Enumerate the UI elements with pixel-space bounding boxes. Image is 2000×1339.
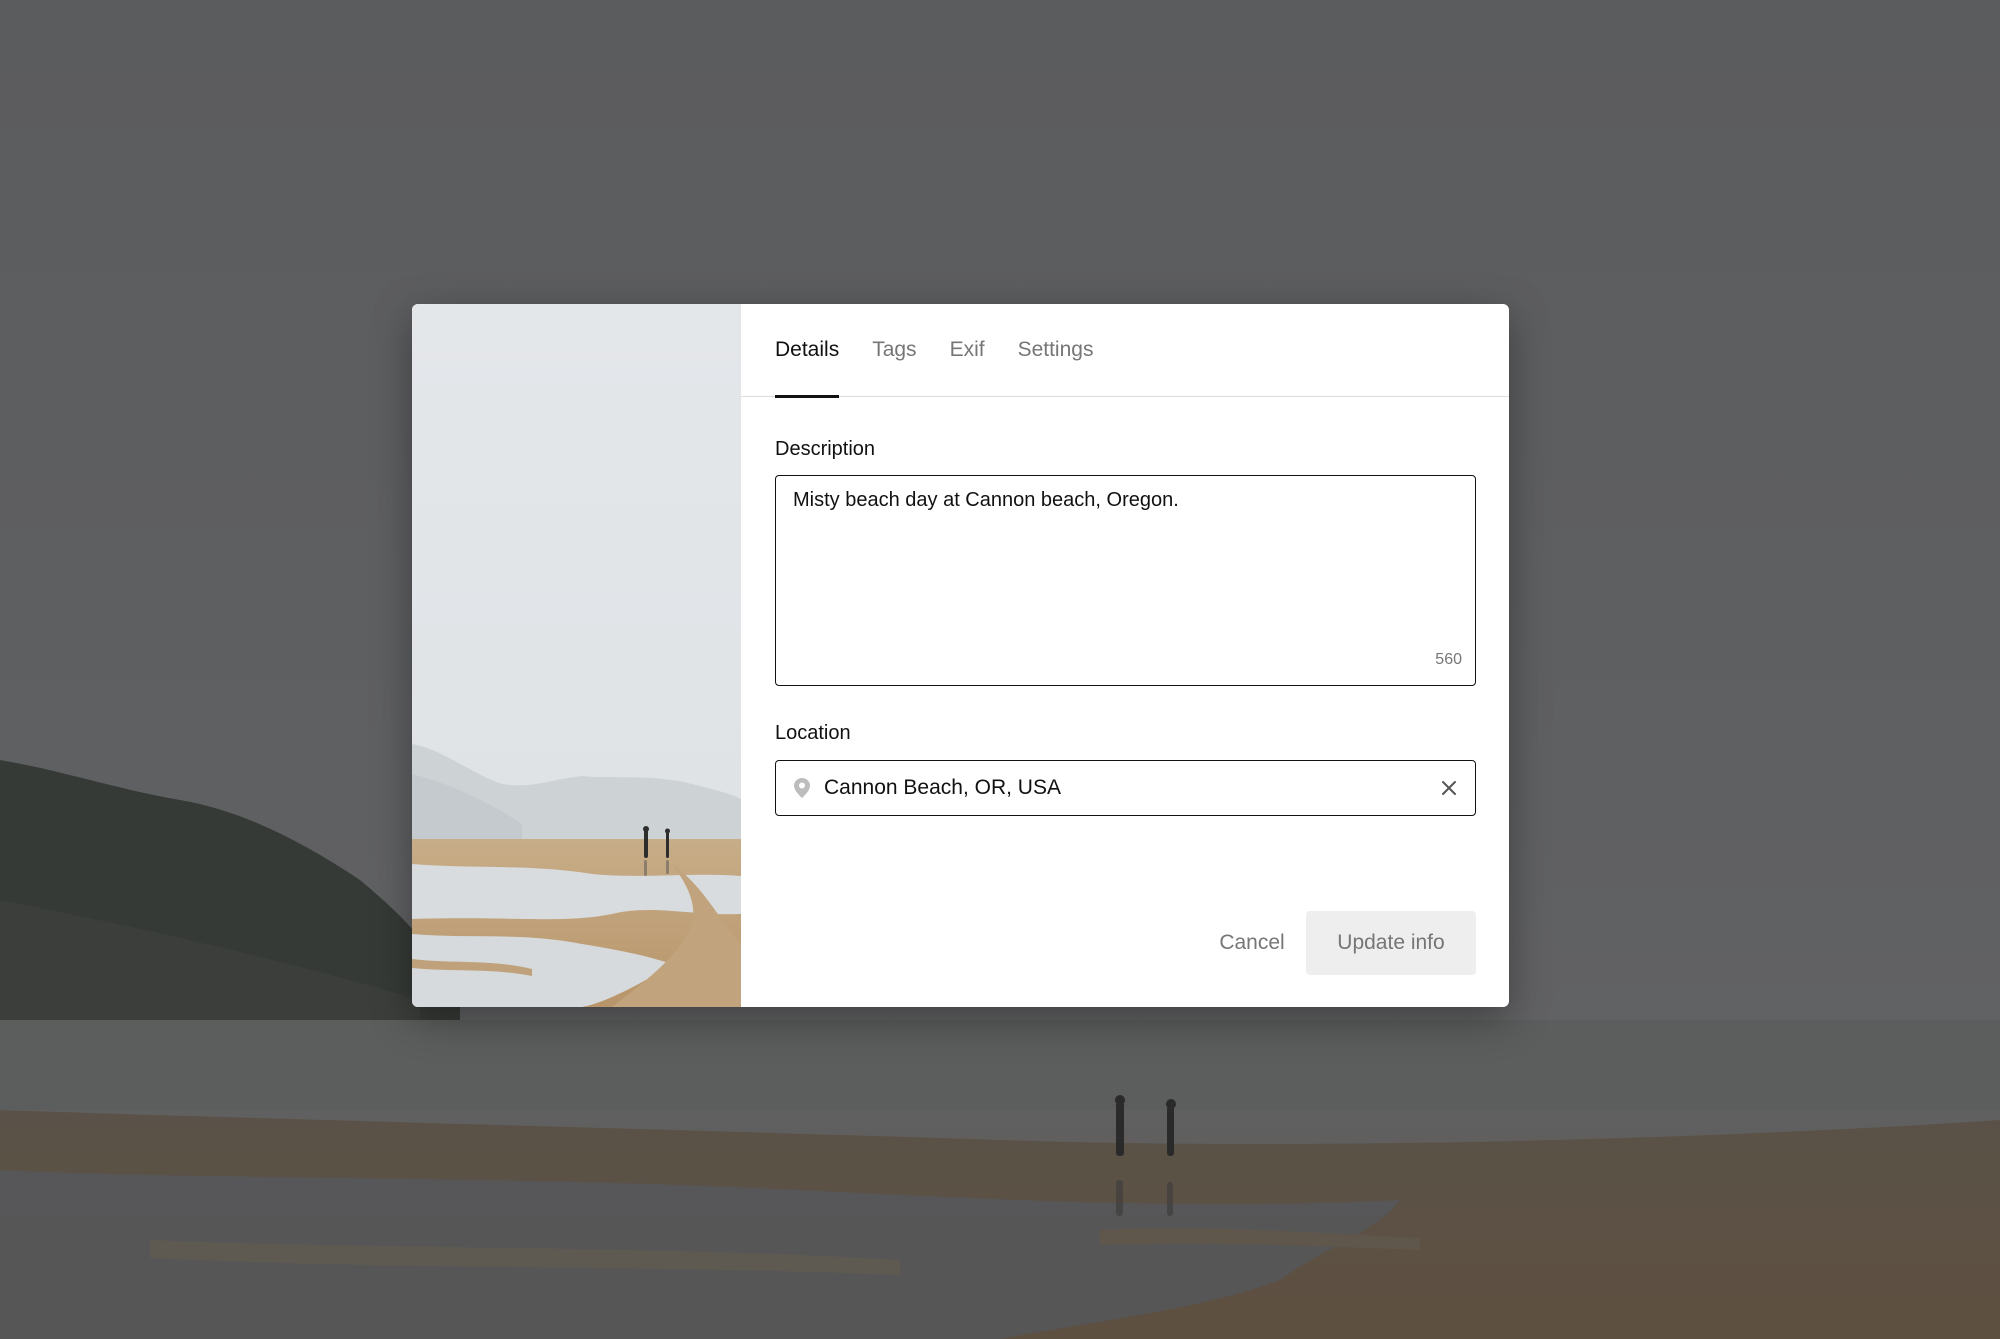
location-value: Cannon Beach, OR, USA <box>824 776 1061 799</box>
location-label: Location <box>775 722 851 744</box>
update-info-button[interactable]: Update info <box>1306 911 1476 975</box>
cancel-button[interactable]: Cancel <box>1202 911 1302 975</box>
tab-details[interactable]: Details <box>775 338 840 398</box>
tab-tags[interactable]: Tags <box>872 338 916 397</box>
modal-content: Details Tags Exif Settings Description M… <box>741 304 1509 1007</box>
location-input[interactable]: Cannon Beach, OR, USA <box>775 760 1476 816</box>
description-value: Misty beach day at Cannon beach, Oregon. <box>793 489 1179 511</box>
close-icon[interactable] <box>1438 777 1460 799</box>
tab-settings[interactable]: Settings <box>1018 338 1094 397</box>
tab-exif[interactable]: Exif <box>950 338 985 397</box>
edit-photo-modal: Details Tags Exif Settings Description M… <box>412 304 1509 1007</box>
character-count: 560 <box>1435 651 1462 668</box>
map-pin-icon <box>793 777 811 799</box>
tab-bar: Details Tags Exif Settings <box>741 304 1509 398</box>
photo-thumbnail <box>412 304 741 1007</box>
description-textarea[interactable]: Misty beach day at Cannon beach, Oregon.… <box>775 475 1476 686</box>
description-label: Description <box>775 438 876 460</box>
